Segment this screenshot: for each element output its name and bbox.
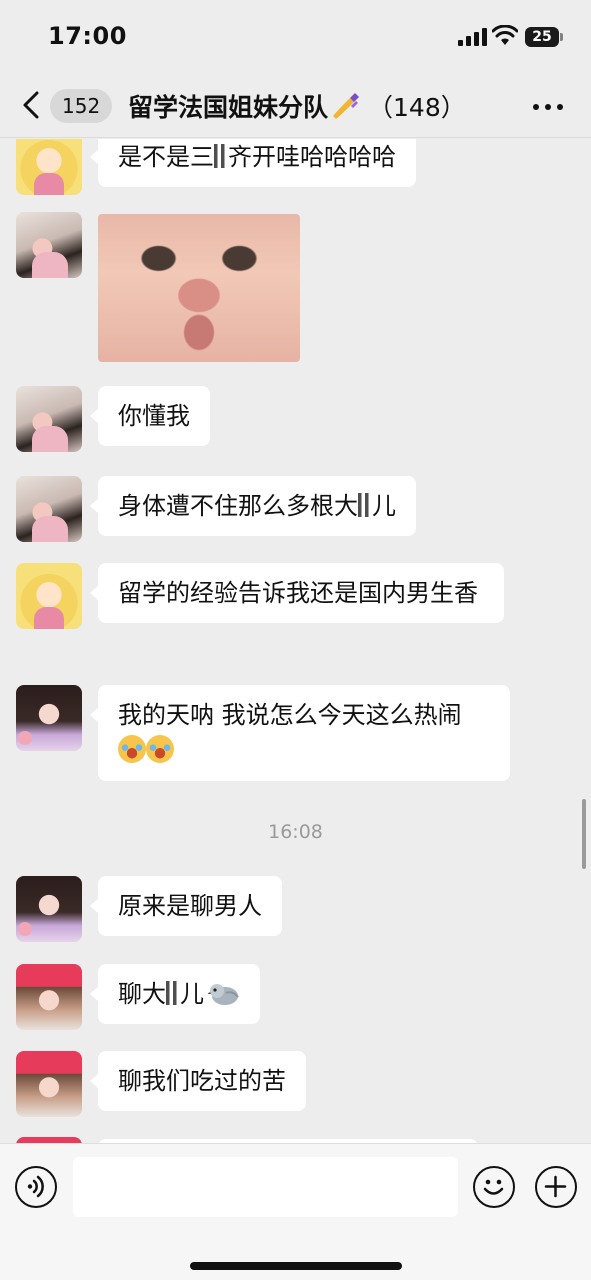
avatar-girl-with-phone[interactable] (16, 212, 82, 278)
member-count: （148） (368, 93, 466, 122)
scrollbar-thumb[interactable] (582, 799, 586, 869)
message-input-bar (0, 1143, 591, 1280)
laughing-crying-emoji-icon (146, 735, 174, 763)
message-bubble[interactable]: 身体遭不住那么多根大儿 (90, 476, 416, 536)
chat-title[interactable]: 留学法国姐妹分队 （148） (128, 88, 466, 124)
avatar-girl-with-phone[interactable] (16, 476, 82, 542)
avatar-anime-blonde-girl[interactable] (16, 563, 82, 629)
message-bubble[interactable]: 你懂我 (90, 386, 210, 446)
message-bubble[interactable]: 留学的经验告诉我还是国内男生香 (90, 563, 504, 623)
chat-header: 152 留学法国姐妹分队 （148） (0, 70, 591, 138)
avatar-girl-floral[interactable] (16, 876, 82, 942)
more-actions-plus-icon[interactable] (535, 1166, 577, 1208)
unread-count-badge[interactable]: 152 (50, 89, 113, 123)
censored-mark (166, 981, 180, 1005)
home-indicator[interactable] (190, 1262, 402, 1270)
wifi-icon (492, 25, 518, 45)
battery-level: 25 (525, 27, 559, 47)
message-bubble[interactable]: 我的天呐 我说怎么今天这么热闹 (90, 685, 510, 781)
laughing-crying-emoji-icon (118, 735, 146, 763)
avatar-girl-red-beanie[interactable] (16, 964, 82, 1030)
emoji-picker-icon[interactable] (473, 1166, 515, 1208)
message-bubble[interactable]: 聊我们吃过的苦 (90, 1051, 306, 1111)
message-text-input[interactable] (73, 1157, 458, 1217)
message-bubble[interactable]: 聊大儿 (90, 964, 260, 1024)
pigeon-emoji-icon (207, 984, 239, 1005)
avatar-girl-red-beanie[interactable] (16, 1051, 82, 1117)
battery-icon: 25 (525, 27, 563, 47)
message-bubble[interactable]: 原来是聊男人 (90, 876, 282, 936)
avatar-girl-with-phone[interactable] (16, 386, 82, 452)
more-options-icon[interactable] (533, 104, 563, 110)
back-arrow-icon[interactable] (20, 90, 42, 120)
nail-polish-emoji-icon (333, 93, 360, 119)
image-message-crying-baby[interactable] (98, 214, 300, 362)
message-bubble[interactable]: 是不是三 齐开哇哈哈哈哈 (90, 139, 416, 187)
status-time: 17:00 (48, 22, 127, 50)
message-timestamp: 16:08 (268, 821, 323, 843)
group-name: 留学法国姐妹分队 (128, 93, 329, 122)
status-bar: 17:00 25 (0, 0, 591, 70)
chat-message-list[interactable]: 是不是三 齐开哇哈哈哈哈 你懂我 身体遭不住那么多根大儿 留学的经验告诉我还是国内… (0, 139, 591, 1143)
censored-mark (358, 493, 372, 517)
voice-input-icon[interactable] (15, 1166, 57, 1208)
censored-mark (214, 144, 228, 168)
avatar-girl-floral[interactable] (16, 685, 82, 751)
avatar-anime-blonde-girl[interactable] (16, 139, 82, 195)
cellular-signal-icon (458, 28, 487, 46)
